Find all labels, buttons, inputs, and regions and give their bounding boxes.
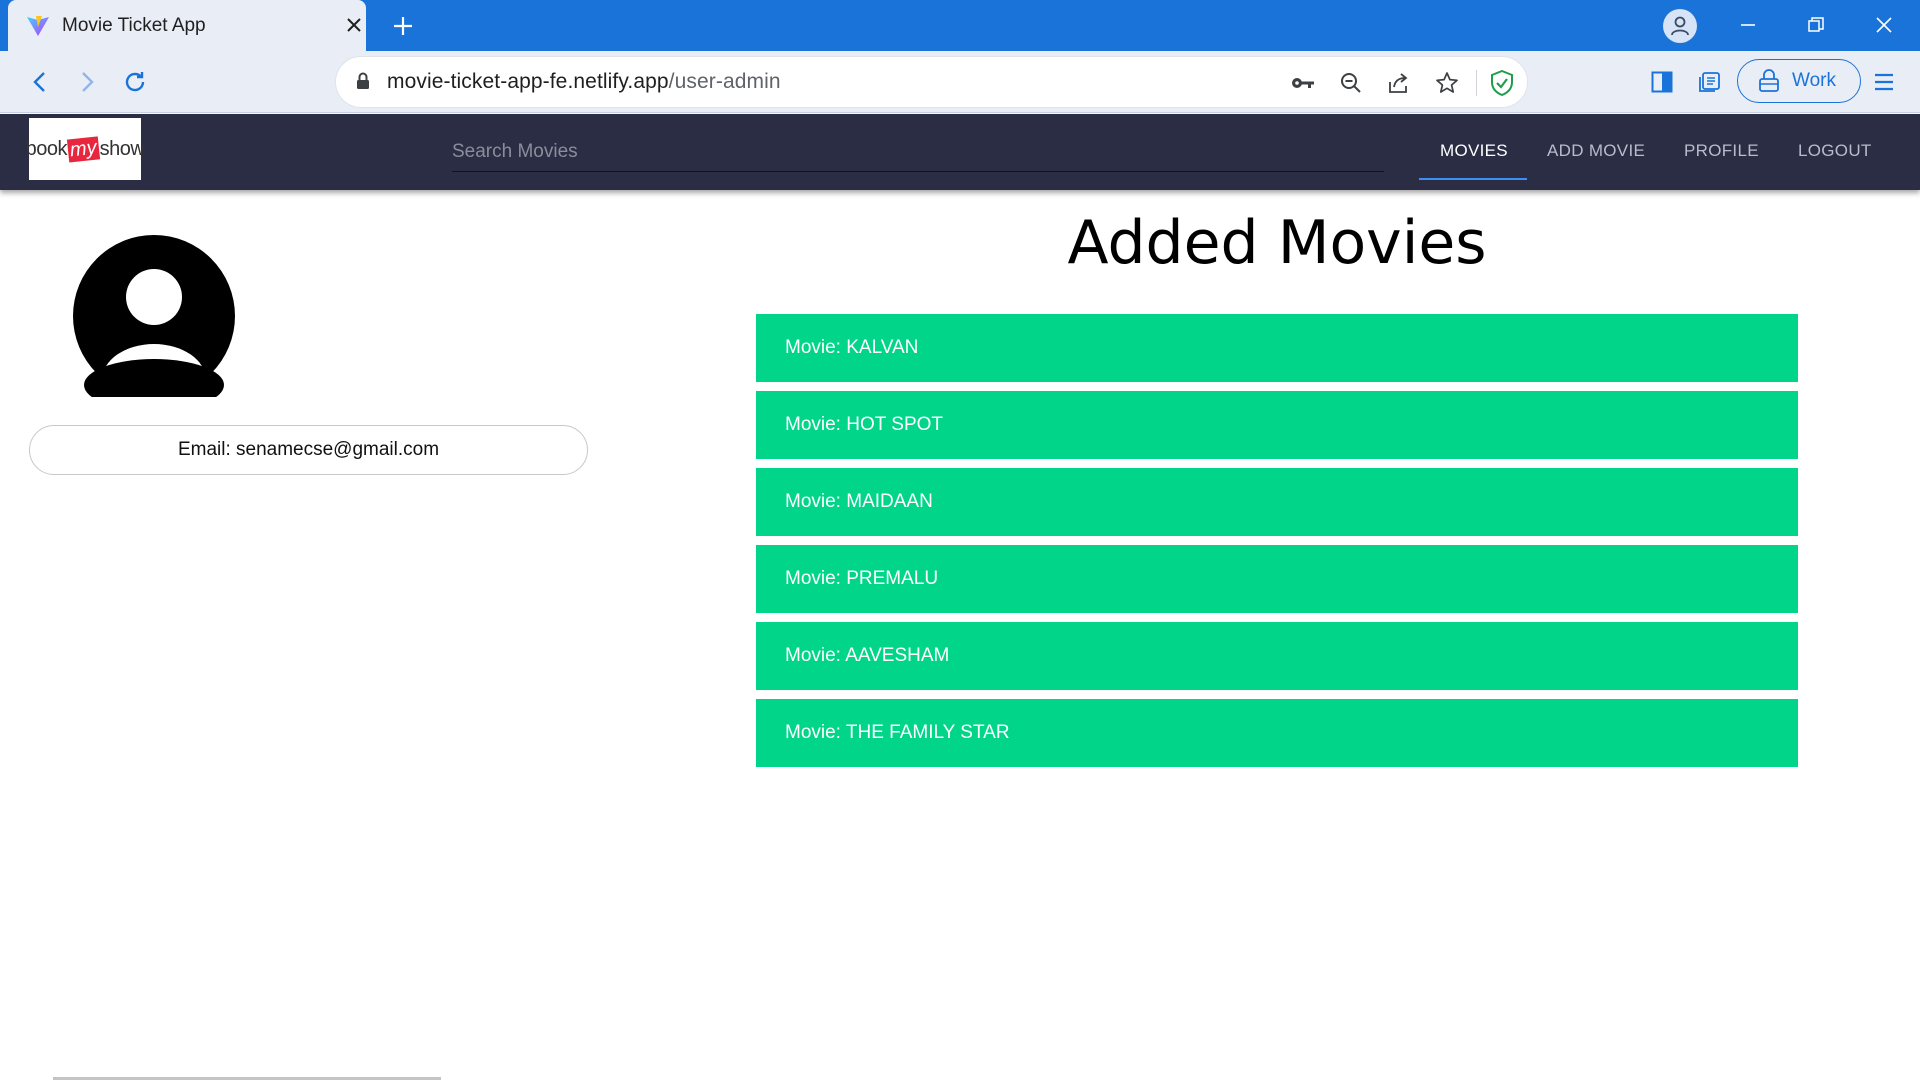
close-window-icon[interactable] [1864,8,1904,42]
back-icon[interactable] [23,65,57,99]
forward-icon[interactable] [70,65,104,99]
user-avatar-icon [73,235,235,397]
work-profile-button[interactable]: Work [1737,59,1861,103]
address-bar[interactable]: movie-ticket-app-fe.netlify.app/user-adm… [335,56,1528,108]
movie-card[interactable]: Movie: MAIDAAN [756,468,1798,536]
nav-link-profile[interactable]: PROFILE [1684,141,1759,161]
logo-text-book: book [25,137,68,160]
movie-title: Movie: THE FAMILY STAR [785,722,1010,743]
new-tab-icon[interactable] [388,11,418,41]
movie-card[interactable]: Movie: PREMALU [756,545,1798,613]
movie-card[interactable]: Movie: KALVAN [756,314,1798,382]
movie-card[interactable]: Movie: THE FAMILY STAR [756,699,1798,767]
movie-card[interactable]: Movie: AAVESHAM [756,622,1798,690]
password-key-icon[interactable] [1289,69,1317,97]
nav-link-logout[interactable]: LOGOUT [1798,141,1872,161]
app-navbar: bookmyshow MOVIES ADD MOVIE PROFILE LOGO… [0,114,1920,190]
movie-title: Movie: AAVESHAM [785,645,950,666]
search-field [452,134,1384,172]
url-text: movie-ticket-app-fe.netlify.app/user-adm… [387,70,781,93]
zoom-out-icon[interactable] [1337,69,1365,97]
nav-link-movies[interactable]: MOVIES [1440,141,1508,161]
email-text: Email: senamecse@gmail.com [177,439,440,460]
work-profile-label: Work [1792,70,1836,91]
movie-list: Movie: KALVAN Movie: HOT SPOT Movie: MAI… [756,314,1798,776]
tab-close-icon[interactable] [341,12,367,38]
movie-title: Movie: KALVAN [785,337,919,358]
logo-text-show: show [99,137,145,160]
movie-title: Movie: HOT SPOT [785,414,944,435]
omnibox-divider [1476,70,1477,96]
browser-toolbar: movie-ticket-app-fe.netlify.app/user-adm… [0,51,1920,113]
menu-icon[interactable] [1867,65,1901,99]
lock-icon [357,72,369,89]
email-display: Email: senamecse@gmail.com [29,425,588,475]
bookmark-star-icon[interactable] [1433,69,1461,97]
movie-card[interactable]: Movie: HOT SPOT [756,391,1798,459]
browser-tab[interactable]: Movie Ticket App [8,0,366,51]
search-movies-input[interactable] [452,134,1384,170]
tab-title: Movie Ticket App [62,15,206,36]
nav-link-add-movie[interactable]: ADD MOVIE [1547,141,1645,161]
share-icon[interactable] [1385,69,1413,97]
bookmyshow-logo[interactable]: book my show [25,118,145,180]
movie-title: Movie: MAIDAAN [785,491,933,512]
shield-check-icon[interactable] [1488,69,1516,97]
minimize-icon[interactable] [1728,8,1768,42]
logo-text-my: my [66,135,100,163]
collections-icon[interactable] [1693,65,1727,99]
movie-title: Movie: PREMALU [785,568,939,589]
reload-icon[interactable] [118,65,152,99]
browser-tab-bar: Movie Ticket App [0,0,1920,51]
browser-profile-icon[interactable] [1663,9,1697,43]
vite-logo-icon [27,16,49,36]
restore-icon[interactable] [1796,8,1836,42]
page-title: Added Movies [1067,208,1487,278]
active-tab-indicator [1419,178,1527,180]
side-panel-icon[interactable] [1645,65,1679,99]
briefcase-lock-icon [1759,69,1779,92]
